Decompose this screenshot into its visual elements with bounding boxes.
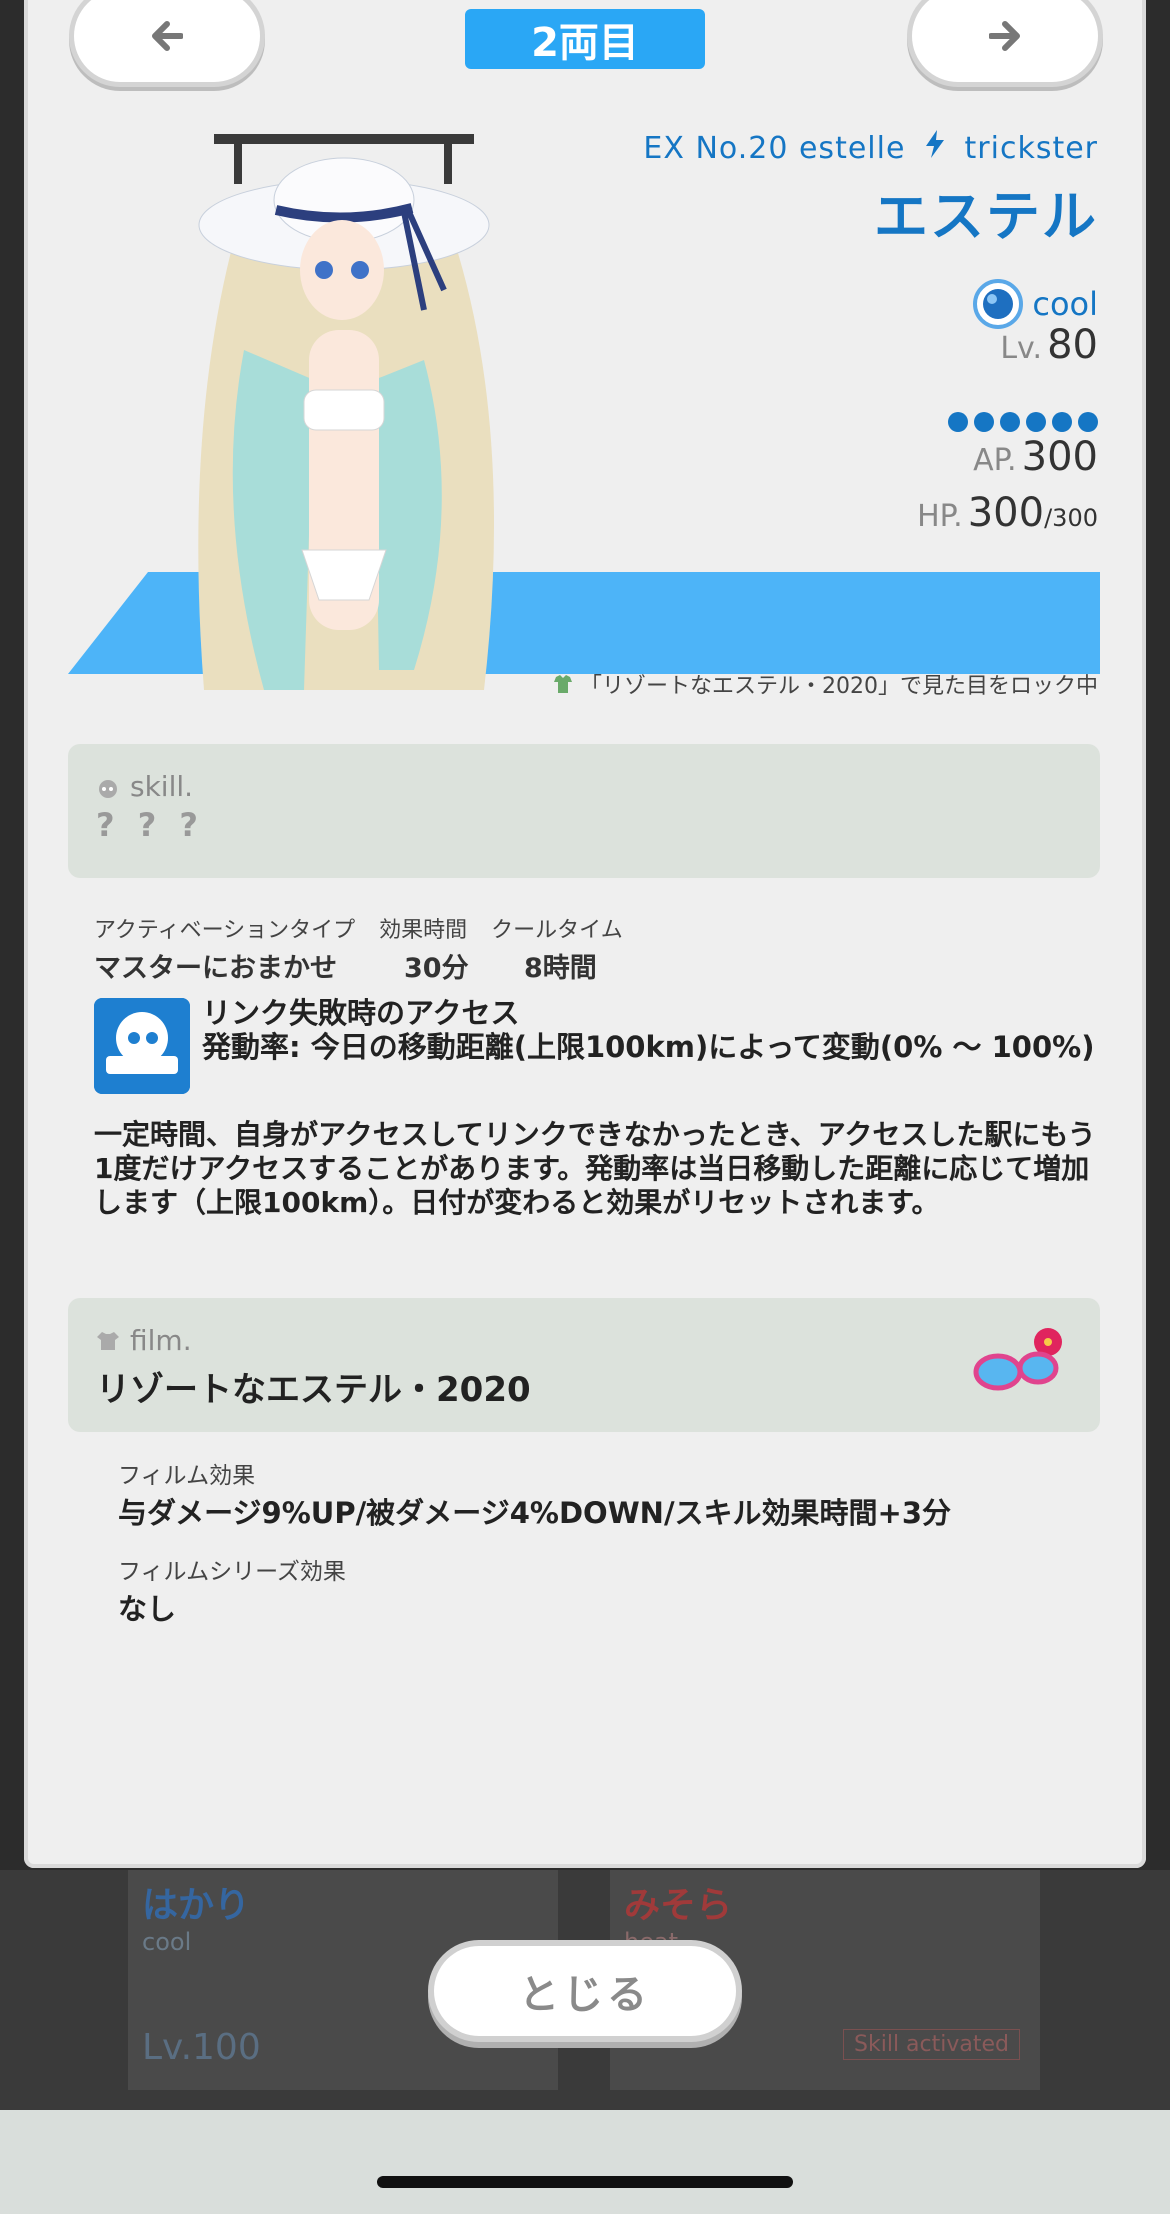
- close-button[interactable]: とじる: [434, 1946, 736, 2036]
- character-name: エステル: [874, 185, 1098, 248]
- sunglasses-icon: [973, 1328, 1062, 1391]
- appearance-lock-note: 「リゾートなエステル・2020」で見た目をロック中: [552, 668, 1098, 700]
- skill-effect-name: リンク失敗時のアクセス: [202, 996, 520, 1030]
- film-effect-value: 与ダメージ9%UP/被ダメージ4%DOWN/スキル効果時間+3分: [118, 1496, 952, 1530]
- arrow-right-icon: [989, 21, 1020, 51]
- character-detail-modal: 2両目 EX No.20 estelle trickster エステル cool…: [24, 0, 1146, 1868]
- activation-type-value: マスターにおまかせ: [94, 953, 337, 984]
- lock-note-text: 「リゾートなエステル・2020」で見た目をロック中: [580, 674, 1098, 699]
- film-panel: film. リゾートなエステル・2020: [68, 1298, 1100, 1432]
- film-series-value: なし: [118, 1592, 177, 1626]
- duration-header: 効果時間: [379, 918, 468, 943]
- character-id-line: EX No.20 estelle trickster: [643, 130, 1098, 166]
- bg-attribute: cool: [142, 1928, 192, 1956]
- hp-label: HP.: [917, 499, 963, 534]
- ap-label: AP.: [973, 443, 1017, 478]
- film-name: リゾートなエステル・2020: [96, 1370, 531, 1410]
- prev-car-button[interactable]: [74, 0, 260, 82]
- skill-label-text: skill.: [130, 770, 194, 803]
- skill-icon: [99, 779, 117, 798]
- character-portrait: [198, 134, 494, 690]
- home-indicator[interactable]: [377, 2176, 793, 2188]
- ap-value: 300: [1021, 434, 1098, 480]
- rank-dot: [948, 412, 968, 432]
- film-effects: フィルム効果 与ダメージ9%UP/被ダメージ4%DOWN/スキル効果時間+3分 …: [118, 1456, 951, 1648]
- bg-name: はかり: [142, 1885, 251, 1926]
- level-value: 80: [1047, 322, 1098, 368]
- film-section-label: film.: [96, 1324, 192, 1357]
- skill-info-values: マスターにおまかせ 30分 8時間: [94, 946, 623, 985]
- skill-effect-title: リンク失敗時のアクセス 発動率: 今日の移動距離(上限100km)によって変動(…: [202, 996, 1102, 1064]
- ap-stat: AP. 300: [973, 434, 1098, 480]
- cooltime-value: 8時間: [524, 953, 597, 984]
- film-effect-label: フィルム効果: [118, 1463, 256, 1489]
- next-car-button[interactable]: [912, 0, 1098, 82]
- bg-name: みそら: [624, 1885, 733, 1926]
- attribute-label: cool: [1032, 285, 1098, 323]
- rank-dot: [1026, 412, 1046, 432]
- skill-section-label: skill.: [96, 770, 193, 803]
- character-meta: EX No.20 estelle trickster エステル: [643, 130, 1098, 251]
- film-series-label: フィルムシリーズ効果: [118, 1559, 346, 1585]
- film-lock-icon: [554, 675, 572, 693]
- activation-type-header: アクティベーションタイプ: [94, 918, 356, 943]
- duration-value: 30分: [404, 953, 469, 984]
- hp-value: 300: [967, 490, 1045, 536]
- character-class: trickster: [964, 131, 1098, 166]
- rank-dot: [974, 412, 994, 432]
- bg-skill-badge: Skill activated: [843, 2029, 1020, 2060]
- skill-description: 一定時間、自身がアクセスしてリンクできなかったとき、アクセスした駅にもう1度だけ…: [94, 1118, 1096, 1219]
- rank-dot: [1000, 412, 1020, 432]
- skill-icon: [94, 998, 190, 1094]
- cooltime-header: クールタイム: [491, 918, 623, 943]
- arrow-left-icon: [152, 21, 183, 51]
- hp-stat: HP. 300/300: [917, 490, 1098, 536]
- level-stat: Lv. 80: [1000, 322, 1098, 368]
- character-number: EX No.20 estelle: [643, 131, 906, 166]
- lightning-icon: [925, 130, 944, 166]
- car-number-badge: 2両目: [465, 9, 705, 69]
- rank-dot: [1052, 412, 1072, 432]
- level-label: Lv.: [1000, 331, 1042, 366]
- skill-trigger-rate: 発動率: 今日の移動距離(上限100km)によって変動(0% 〜 100%): [202, 1030, 1095, 1064]
- bottom-bar: [0, 2110, 1170, 2214]
- skill-info-headers: アクティベーションタイプ 効果時間 クールタイム: [94, 912, 623, 944]
- hp-max: /300: [1044, 504, 1098, 532]
- skill-info: アクティベーションタイプ 効果時間 クールタイム マスターにおまかせ 30分 8…: [94, 912, 623, 985]
- rank-dots: [948, 412, 1098, 432]
- rank-dot: [1078, 412, 1098, 432]
- film-label-text: film.: [130, 1324, 192, 1357]
- shirt-icon: [97, 1331, 119, 1350]
- bg-level: Lv.100: [142, 2027, 261, 2068]
- skill-panel: skill. ? ? ?: [68, 744, 1100, 878]
- skill-name: ? ? ?: [96, 806, 204, 844]
